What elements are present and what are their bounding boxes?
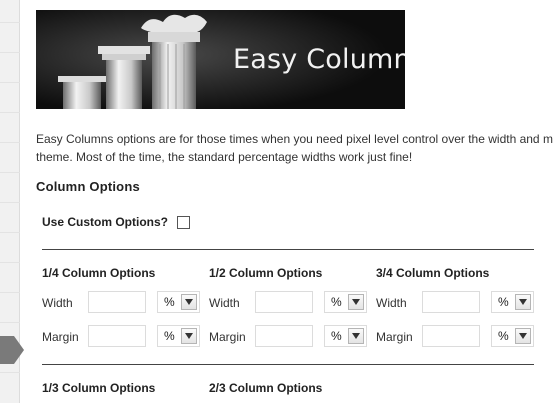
margin-unit-value: % bbox=[331, 329, 342, 343]
intro-line: theme. Most of the time, the standard pe… bbox=[36, 150, 413, 164]
sidebar-divider bbox=[0, 232, 20, 233]
margin-input[interactable] bbox=[422, 325, 480, 347]
group-title: 1/2 Column Options bbox=[209, 266, 323, 280]
custom-options-label: Use Custom Options? bbox=[42, 215, 169, 229]
margin-label: Margin bbox=[42, 330, 79, 344]
margin-label: Margin bbox=[209, 330, 246, 344]
margin-input[interactable] bbox=[88, 325, 146, 347]
divider bbox=[42, 249, 534, 250]
width-input[interactable] bbox=[422, 291, 480, 313]
sidebar-divider bbox=[0, 142, 20, 143]
divider bbox=[42, 364, 534, 365]
group-title: 3/4 Column Options bbox=[376, 266, 490, 280]
sidebar-divider bbox=[0, 112, 20, 113]
margin-unit-select[interactable]: % bbox=[157, 325, 200, 347]
margin-unit-select[interactable]: % bbox=[491, 325, 534, 347]
width-label: Width bbox=[376, 296, 407, 310]
width-input[interactable] bbox=[255, 291, 313, 313]
width-label: Width bbox=[209, 296, 240, 310]
width-unit-value: % bbox=[164, 295, 175, 309]
chevron-down-icon[interactable] bbox=[348, 294, 364, 310]
chevron-down-icon[interactable] bbox=[515, 328, 531, 344]
admin-sidebar bbox=[0, 0, 24, 403]
section-title: Column Options bbox=[36, 179, 140, 194]
margin-unit-value: % bbox=[498, 329, 509, 343]
margin-label: Margin bbox=[376, 330, 413, 344]
plugin-banner: Easy Columns bbox=[36, 10, 405, 109]
width-unit-value: % bbox=[331, 295, 342, 309]
width-input[interactable] bbox=[88, 291, 146, 313]
custom-options-checkbox[interactable] bbox=[177, 215, 191, 229]
sidebar-divider bbox=[0, 322, 20, 323]
sidebar-divider bbox=[0, 202, 20, 203]
group-title: 2/3 Column Options bbox=[209, 381, 323, 395]
intro-line: Easy Columns options are for those times… bbox=[36, 132, 553, 146]
chevron-down-icon[interactable] bbox=[348, 328, 364, 344]
chevron-down-icon[interactable] bbox=[181, 328, 197, 344]
sidebar-divider bbox=[0, 292, 20, 293]
intro-text: Easy Columns options are for those times… bbox=[36, 130, 559, 166]
chevron-down-icon[interactable] bbox=[515, 294, 531, 310]
margin-input[interactable] bbox=[255, 325, 313, 347]
width-unit-select[interactable]: % bbox=[491, 291, 534, 313]
sidebar-divider bbox=[0, 262, 20, 263]
chevron-down-icon[interactable] bbox=[181, 294, 197, 310]
settings-content: Easy Columns Easy Columns options are fo… bbox=[36, 0, 559, 403]
current-menu-arrow-icon bbox=[0, 336, 24, 364]
width-unit-select[interactable]: % bbox=[157, 291, 200, 313]
width-label: Width bbox=[42, 296, 73, 310]
group-title: 1/4 Column Options bbox=[42, 266, 156, 280]
width-unit-select[interactable]: % bbox=[324, 291, 367, 313]
width-unit-value: % bbox=[498, 295, 509, 309]
sidebar-divider bbox=[0, 172, 20, 173]
sidebar-divider bbox=[0, 52, 20, 53]
margin-unit-select[interactable]: % bbox=[324, 325, 367, 347]
sidebar-divider bbox=[0, 372, 20, 373]
custom-options-row: Use Custom Options? bbox=[42, 215, 191, 229]
sidebar-divider bbox=[0, 82, 20, 83]
margin-unit-value: % bbox=[164, 329, 175, 343]
banner-title: Easy Columns bbox=[233, 44, 405, 75]
sidebar-divider bbox=[0, 22, 20, 23]
group-title: 1/3 Column Options bbox=[42, 381, 156, 395]
